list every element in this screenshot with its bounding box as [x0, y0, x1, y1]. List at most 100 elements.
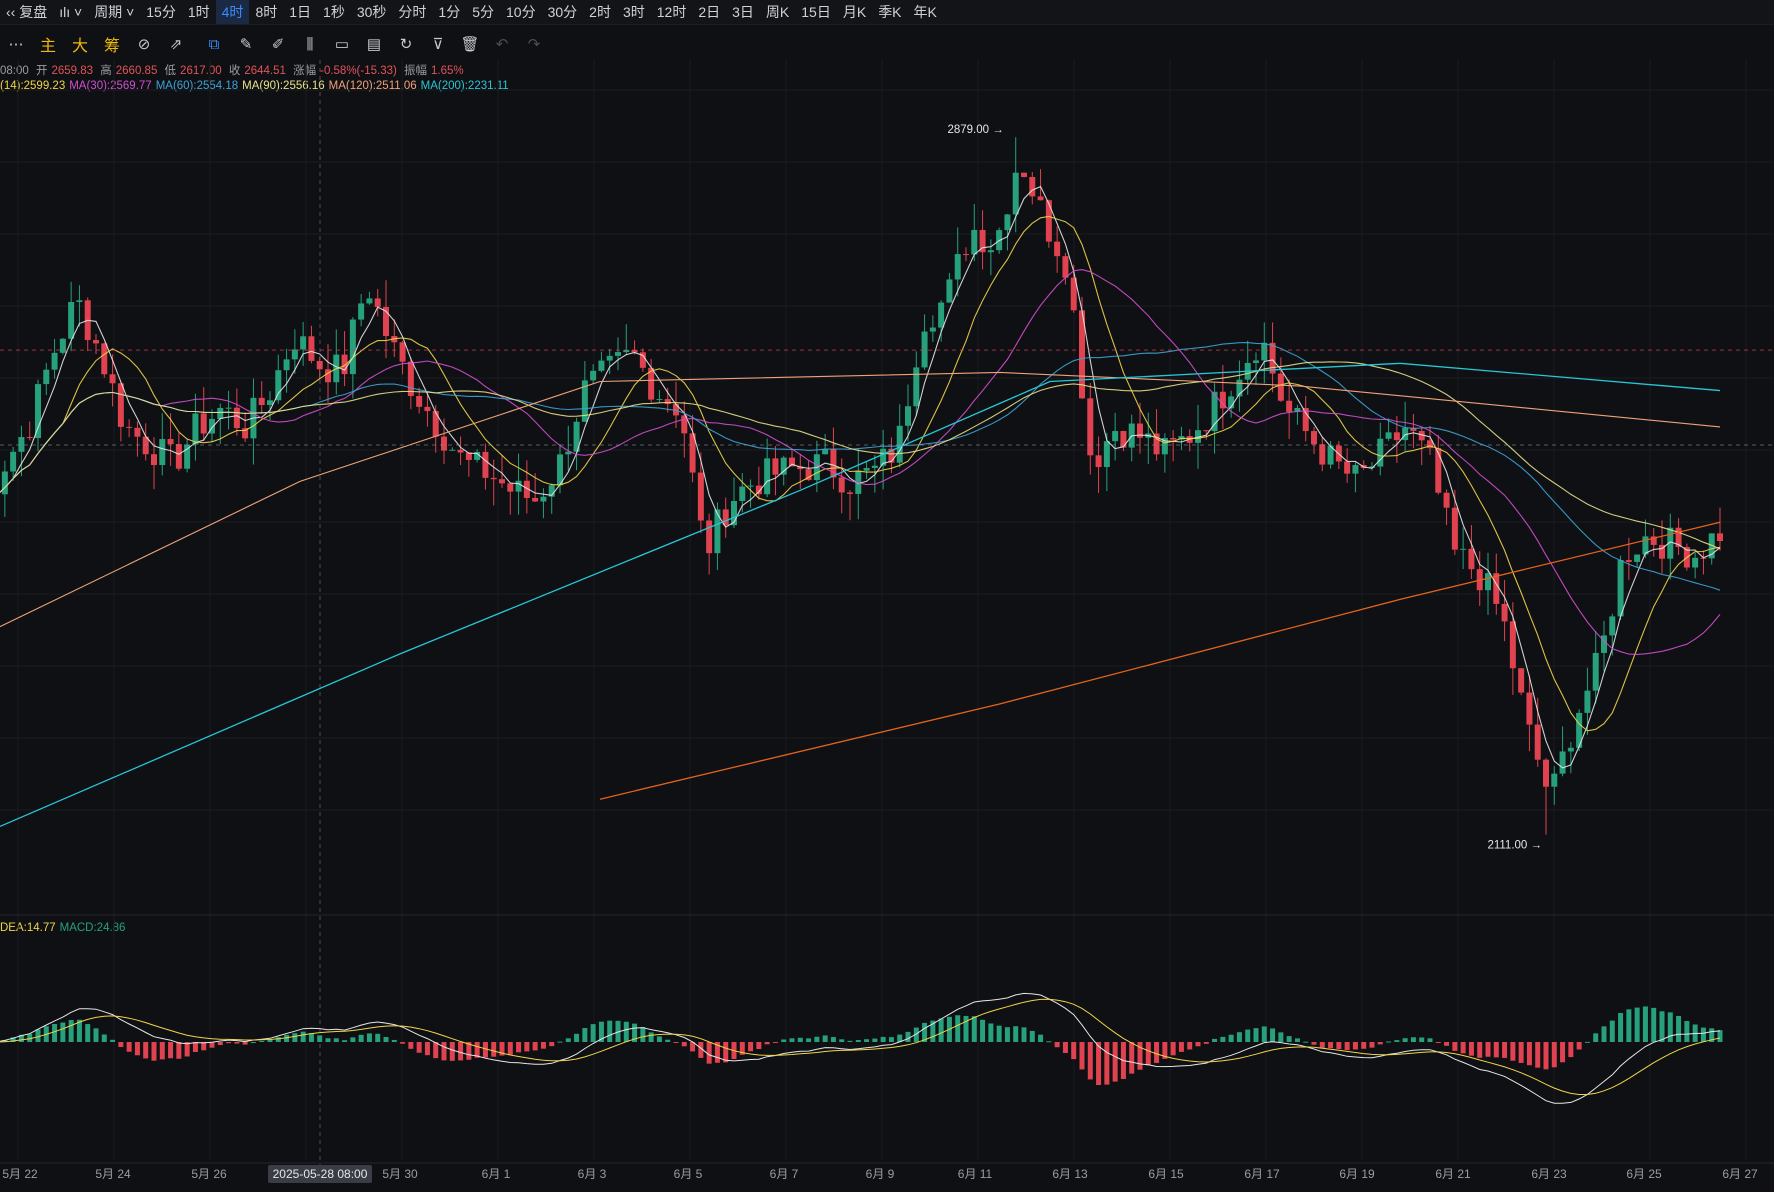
large-button[interactable]: 大	[64, 28, 96, 60]
candle-body	[43, 369, 50, 385]
interval-10[interactable]: 1分	[432, 0, 466, 24]
interval-9[interactable]: 分时	[392, 0, 432, 24]
candle-body	[358, 303, 365, 320]
candle-body	[515, 480, 522, 492]
indicator-icon[interactable]: ⊘	[128, 28, 160, 60]
interval-5[interactable]: 8时	[249, 0, 283, 24]
candle-body	[1543, 759, 1549, 787]
candle-body	[913, 367, 920, 407]
candle-body	[200, 413, 207, 434]
interval-22[interactable]: 季K	[872, 0, 907, 24]
min-price-label: 2111.00 →	[1487, 840, 1542, 852]
interval-6[interactable]: 1日	[283, 0, 317, 24]
candle-body	[10, 451, 17, 472]
candle-body	[225, 407, 232, 409]
candle-settings-icon[interactable]: ⫼	[294, 28, 326, 60]
candle-body	[217, 407, 224, 419]
clipboard-icon[interactable]: ▭	[326, 28, 358, 60]
interval-23[interactable]: 年K	[908, 0, 943, 24]
macd-bar	[1576, 1042, 1582, 1050]
macd-bar	[1659, 1011, 1665, 1042]
edit-icon[interactable]: ▤	[358, 28, 390, 60]
macd-bar	[1129, 1042, 1135, 1074]
candle-body	[896, 425, 903, 463]
macd-bar	[391, 1039, 397, 1042]
macd-bar	[648, 1032, 654, 1042]
macd-bar	[1245, 1029, 1251, 1042]
interval-11[interactable]: 5分	[466, 0, 500, 24]
interval-12[interactable]: 10分	[500, 0, 542, 24]
macd-bar	[1700, 1027, 1706, 1042]
chip-button[interactable]: 筹	[96, 28, 128, 60]
macd-bar	[1054, 1042, 1060, 1048]
macd-bar	[449, 1042, 455, 1061]
x-tick-label: 6月 19	[1339, 1167, 1375, 1181]
interval-20[interactable]: 15日	[795, 0, 837, 24]
macd-bar	[325, 1038, 331, 1042]
redo-icon[interactable]: ↷	[518, 28, 550, 60]
ma-line-2	[0, 269, 1721, 655]
macd-bar	[565, 1038, 571, 1042]
candle-body	[1460, 548, 1467, 550]
macd-bar	[806, 1038, 812, 1042]
macd-bar	[549, 1042, 555, 1047]
interval-2[interactable]: 15分	[140, 0, 182, 24]
interval-15[interactable]: 3时	[617, 0, 651, 24]
candle-body	[1352, 465, 1359, 474]
interval-4[interactable]: 4时	[215, 0, 250, 24]
interval-21[interactable]: 月K	[837, 0, 872, 24]
candle-body	[1501, 603, 1508, 622]
brush-icon[interactable]: ✐	[262, 28, 294, 60]
macd-bar	[482, 1042, 488, 1058]
macd-bar	[1593, 1033, 1599, 1042]
undo-icon[interactable]: ↶	[486, 28, 518, 60]
main-indicator-button[interactable]: 主	[32, 28, 64, 60]
trash-icon[interactable]: 🗑	[454, 28, 486, 60]
chart-type-icon[interactable]: ılı ˅	[53, 0, 88, 24]
interval-1[interactable]: 周期 ˅	[88, 0, 140, 24]
macd-bar	[1021, 1027, 1027, 1042]
interval-17[interactable]: 2日	[692, 0, 726, 24]
refresh-icon[interactable]: ↻	[390, 28, 422, 60]
ma-line-120	[0, 371, 1721, 628]
macd-bar	[623, 1021, 629, 1042]
macd-bar	[1228, 1034, 1234, 1042]
macd-bar	[1328, 1042, 1334, 1049]
interval-3[interactable]: 1时	[182, 0, 216, 24]
macd-bar	[1634, 1007, 1640, 1042]
macd-bar	[275, 1037, 281, 1042]
pencil-icon[interactable]: ✎	[230, 28, 262, 60]
macd-bar	[366, 1033, 372, 1042]
macd-bar	[1667, 1012, 1673, 1042]
menu-dots-icon[interactable]: ⋯	[0, 28, 32, 60]
price-chart[interactable]: 2879.00 → 2111.00 → 5月 22 5月 24 5月 26 5月 30 6月…	[0, 60, 1774, 1192]
interval-18[interactable]: 3日	[726, 0, 760, 24]
candle-body	[1509, 621, 1516, 669]
x-tick-label: 6月 15	[1148, 1167, 1184, 1181]
interval-16[interactable]: 12时	[651, 0, 693, 24]
interval-14[interactable]: 2时	[583, 0, 617, 24]
filter-icon[interactable]: ⊽	[422, 28, 454, 60]
max-price-label: 2879.00 →	[947, 124, 1003, 136]
candle-body	[971, 229, 978, 255]
macd-bar	[1601, 1026, 1607, 1042]
macd-bar	[996, 1025, 1002, 1042]
candle-body	[1269, 342, 1276, 374]
macd-bar	[85, 1024, 91, 1042]
interval-0[interactable]: ‹‹ 复盘	[0, 0, 53, 24]
candle-body	[1393, 432, 1400, 441]
macd-bar	[748, 1042, 754, 1052]
interval-8[interactable]: 30秒	[351, 0, 393, 24]
interval-13[interactable]: 30分	[542, 0, 584, 24]
copy-icon[interactable]: ⧉	[198, 28, 230, 60]
candle-body	[407, 361, 414, 397]
candle-body	[449, 449, 456, 451]
macd-bar	[101, 1034, 107, 1042]
macd-bar	[1551, 1042, 1557, 1068]
interval-7[interactable]: 1秒	[317, 0, 351, 24]
interval-19[interactable]: 周K	[760, 0, 795, 24]
candle-body	[349, 319, 356, 375]
candle-body	[772, 458, 779, 475]
compare-icon[interactable]: ⇗	[160, 28, 192, 60]
candle-body	[1485, 573, 1491, 591]
